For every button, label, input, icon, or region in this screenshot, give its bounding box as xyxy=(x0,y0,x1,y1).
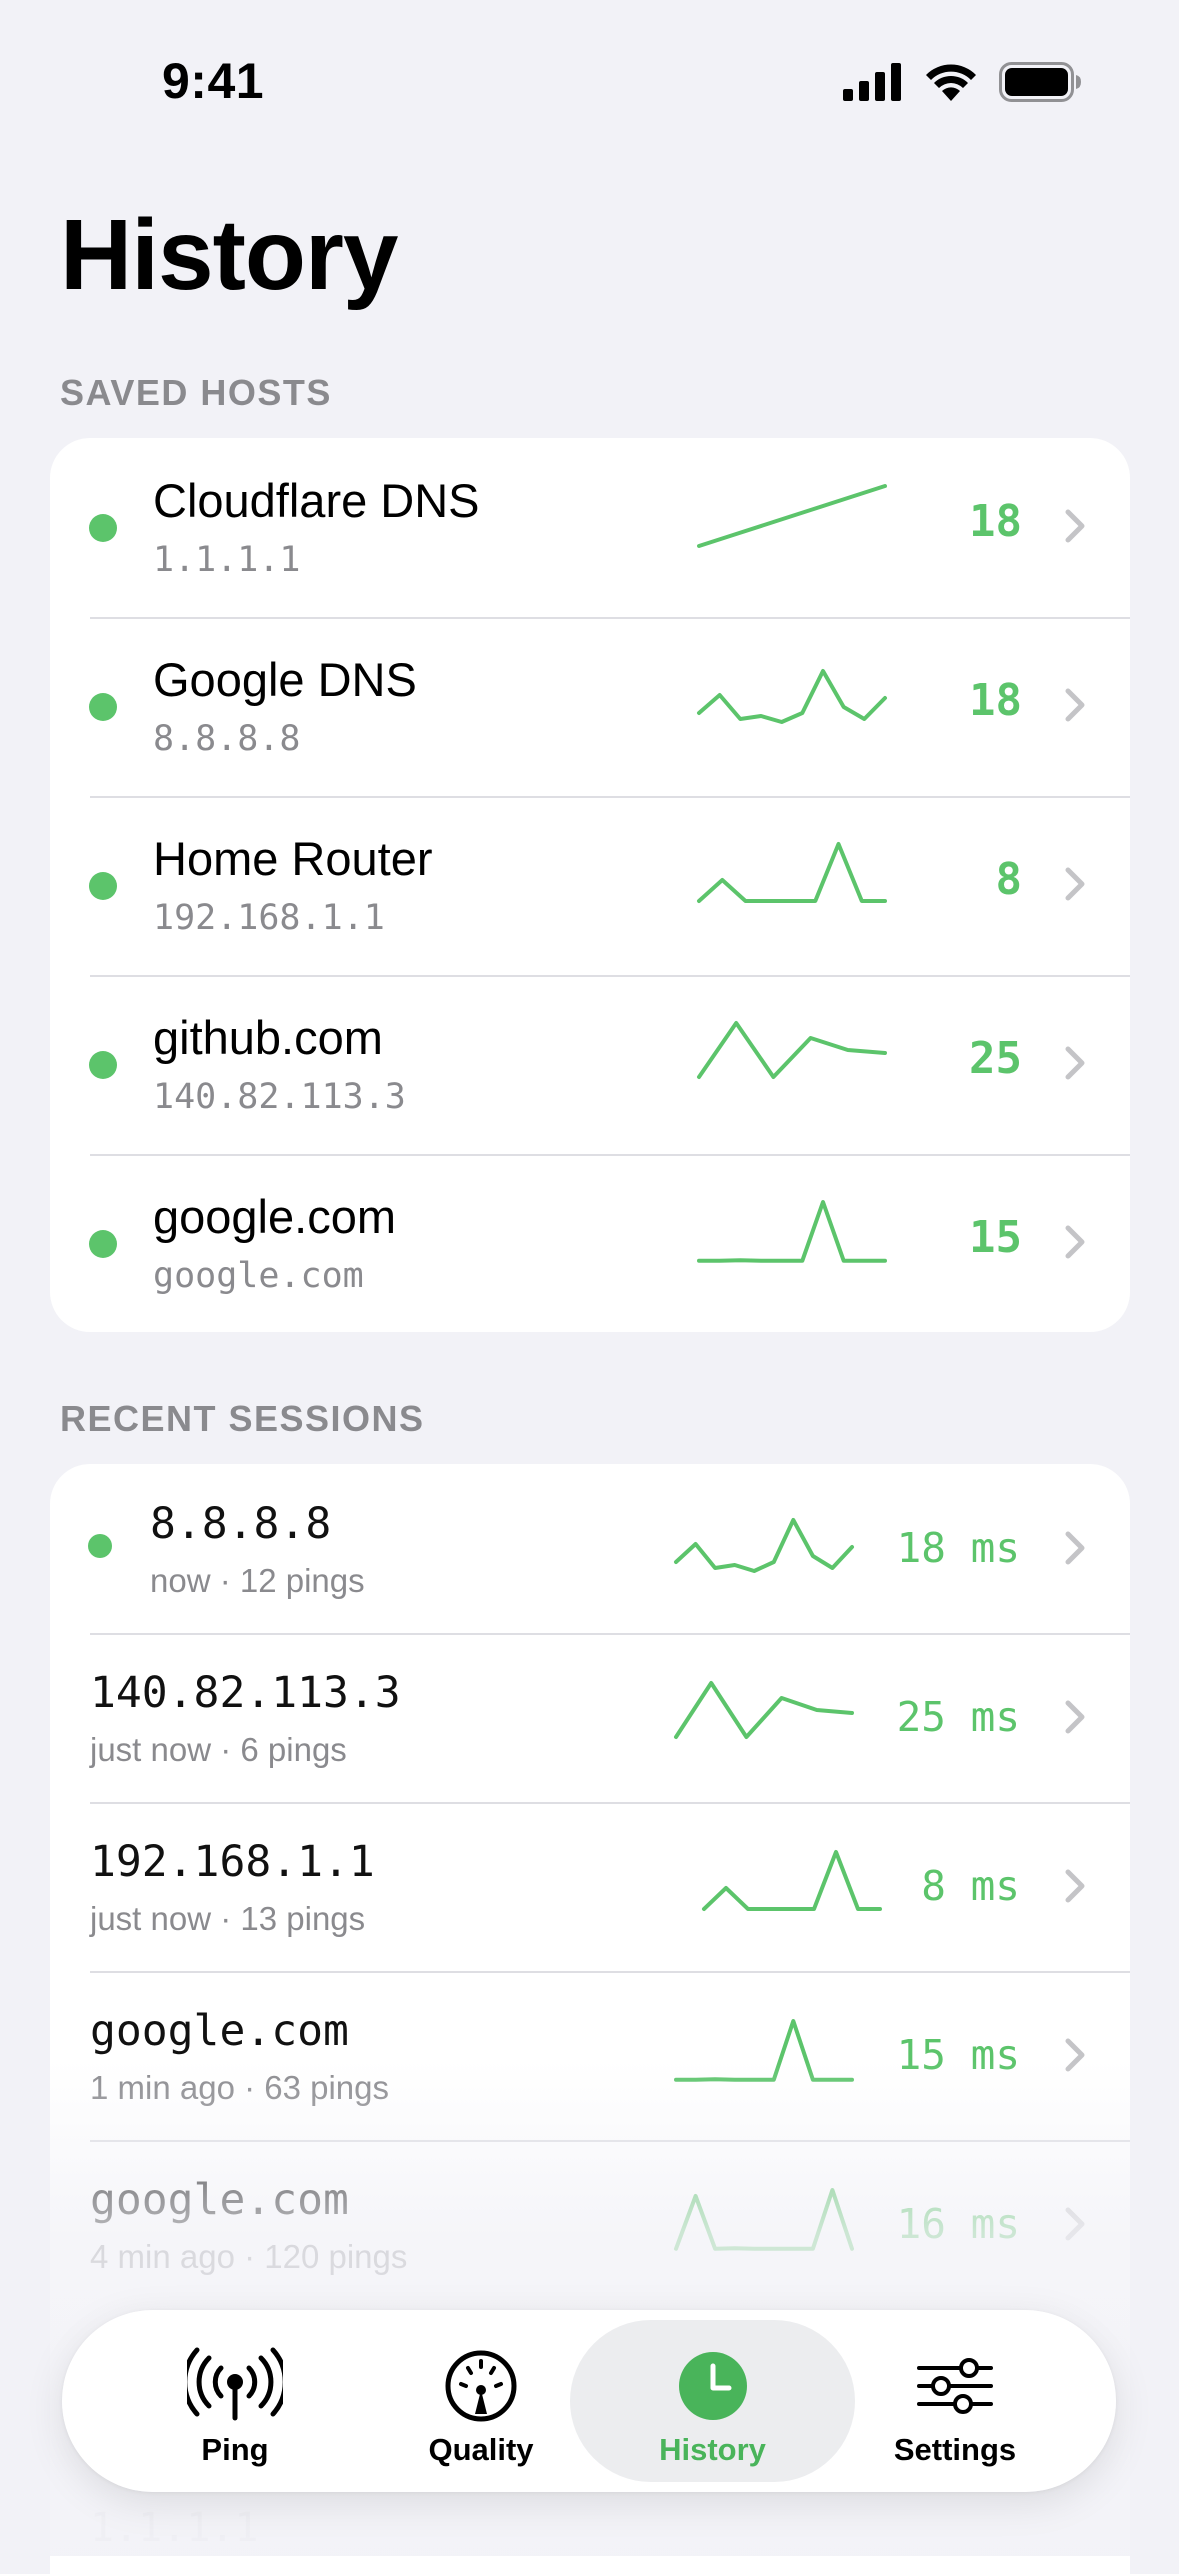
tab-history[interactable]: History xyxy=(570,2320,855,2482)
host-address: 192.168.1.1 xyxy=(153,898,385,938)
session-address: 192.168.1.1 xyxy=(90,1837,375,1887)
partial-session-address: 1.1.1.1 xyxy=(90,2505,259,2551)
tab-label-settings: Settings xyxy=(893,2432,1017,2467)
session-address: 140.82.113.3 xyxy=(90,1668,401,1718)
sliders-icon xyxy=(822,2346,1088,2426)
latency-value: 8 xyxy=(995,854,1023,905)
latency-value: 18 xyxy=(969,675,1022,726)
latency-value: 15 xyxy=(969,1212,1022,1263)
tab-label-history: History xyxy=(659,2432,766,2467)
chevron-right-icon xyxy=(1060,2204,1090,2244)
session-row[interactable]: 192.168.1.1 just now · 13 pings 8 ms xyxy=(50,1802,1130,1971)
session-latency: 18 ms xyxy=(896,1524,1020,1572)
recent-sessions-header: RECENT SESSIONS xyxy=(60,1398,425,1439)
status-icons xyxy=(843,62,1081,107)
chevron-right-icon xyxy=(1060,2035,1090,2075)
latency-sparkline xyxy=(672,2186,856,2254)
session-meta: 1 min ago · 63 pings xyxy=(90,2069,390,2106)
sparkline-line xyxy=(674,2019,854,2082)
antenna-icon xyxy=(102,2346,368,2426)
saved-host-row[interactable]: Google DNS 8.8.8.8 18 xyxy=(50,617,1130,796)
session-row[interactable]: google.com 1 min ago · 63 pings 15 ms xyxy=(50,1971,1130,2140)
chevron-right-icon xyxy=(1060,1528,1090,1568)
tab-label-ping: Ping xyxy=(201,2432,269,2467)
sparkline-line xyxy=(674,1518,854,1573)
latency-sparkline xyxy=(695,1198,889,1266)
status-dot xyxy=(89,514,117,542)
latency-sparkline xyxy=(695,482,889,550)
tab-ping[interactable]: Ping xyxy=(102,2320,368,2482)
latency-sparkline xyxy=(672,1510,856,1578)
session-row[interactable]: 140.82.113.3 just now · 6 pings 25 ms xyxy=(50,1633,1130,1802)
host-name: Cloudflare DNS xyxy=(153,474,480,527)
sparkline-line xyxy=(674,1681,854,1739)
session-address: google.com xyxy=(90,2175,349,2225)
latency-value: 18 xyxy=(969,496,1022,547)
host-name: Google DNS xyxy=(153,653,417,706)
session-row[interactable]: 8.8.8.8 now · 12 pings 18 ms xyxy=(50,1464,1130,1633)
session-latency: 16 ms xyxy=(896,2200,1020,2248)
latency-sparkline xyxy=(695,840,889,908)
sparkline-line xyxy=(697,1200,887,1263)
status-dot xyxy=(89,1051,117,1079)
host-address: 140.82.113.3 xyxy=(153,1077,406,1117)
host-address: 1.1.1.1 xyxy=(153,540,301,580)
host-address: 8.8.8.8 xyxy=(153,719,301,759)
saved-host-row[interactable]: google.com google.com 15 xyxy=(50,1154,1130,1332)
sparkline-line xyxy=(697,484,887,548)
chevron-right-icon xyxy=(1060,685,1090,725)
status-dot xyxy=(89,693,117,721)
status-bar: 9:41 xyxy=(0,0,1179,170)
host-name: google.com xyxy=(153,1190,396,1243)
status-time: 9:41 xyxy=(162,53,265,109)
latency-sparkline xyxy=(672,1679,856,1747)
page-title: History xyxy=(60,199,399,311)
chevron-right-icon xyxy=(1060,1222,1090,1262)
active-session-dot xyxy=(88,1534,112,1558)
session-meta: just now · 13 pings xyxy=(90,1900,366,1937)
latency-sparkline xyxy=(695,1019,889,1087)
sparkline-line xyxy=(697,1021,887,1079)
saved-host-row[interactable]: github.com 140.82.113.3 25 xyxy=(50,975,1130,1154)
saved-hosts-header: SAVED HOSTS xyxy=(60,372,332,413)
host-name: github.com xyxy=(153,1011,383,1064)
clock-icon xyxy=(570,2346,855,2426)
session-latency: 8 ms xyxy=(921,1862,1020,1910)
session-address: google.com xyxy=(90,2006,349,2056)
saved-hosts-list: Cloudflare DNS 1.1.1.1 18 Google DNS 8.8.8.8… xyxy=(50,438,1130,1332)
chevron-right-icon xyxy=(1060,506,1090,546)
tab-bar: Ping Quality History Settings xyxy=(62,2310,1116,2492)
host-address: google.com xyxy=(153,1256,364,1296)
sparkline-line xyxy=(702,1850,882,1911)
saved-host-row[interactable]: Home Router 192.168.1.1 8 xyxy=(50,796,1130,975)
latency-sparkline xyxy=(672,2017,856,2085)
session-meta: just now · 6 pings xyxy=(90,1731,347,1768)
latency-sparkline xyxy=(695,661,889,729)
chevron-right-icon xyxy=(1060,1866,1090,1906)
sparkline-line xyxy=(674,2188,854,2251)
session-row[interactable]: google.com 4 min ago · 120 pings 16 ms xyxy=(50,2140,1130,2309)
session-address: 8.8.8.8 xyxy=(150,1499,332,1549)
status-dot xyxy=(89,1230,117,1258)
tab-settings[interactable]: Settings xyxy=(822,2320,1088,2482)
chevron-right-icon xyxy=(1060,864,1090,904)
status-dot xyxy=(89,872,117,900)
session-meta: now · 12 pings xyxy=(150,1562,365,1599)
latency-value: 25 xyxy=(969,1033,1022,1084)
sparkline-line xyxy=(697,842,887,903)
session-meta: 4 min ago · 120 pings xyxy=(90,2238,408,2275)
sparkline-line xyxy=(697,669,887,724)
cellular-signal-icon xyxy=(843,63,903,106)
chevron-right-icon xyxy=(1060,1043,1090,1083)
wifi-icon xyxy=(925,63,977,106)
saved-host-row[interactable]: Cloudflare DNS 1.1.1.1 18 xyxy=(50,438,1130,617)
battery-icon xyxy=(999,62,1081,107)
session-latency: 15 ms xyxy=(896,2031,1020,2079)
session-latency: 25 ms xyxy=(896,1693,1020,1741)
latency-sparkline xyxy=(700,1848,884,1916)
host-name: Home Router xyxy=(153,832,433,885)
chevron-right-icon xyxy=(1060,1697,1090,1737)
